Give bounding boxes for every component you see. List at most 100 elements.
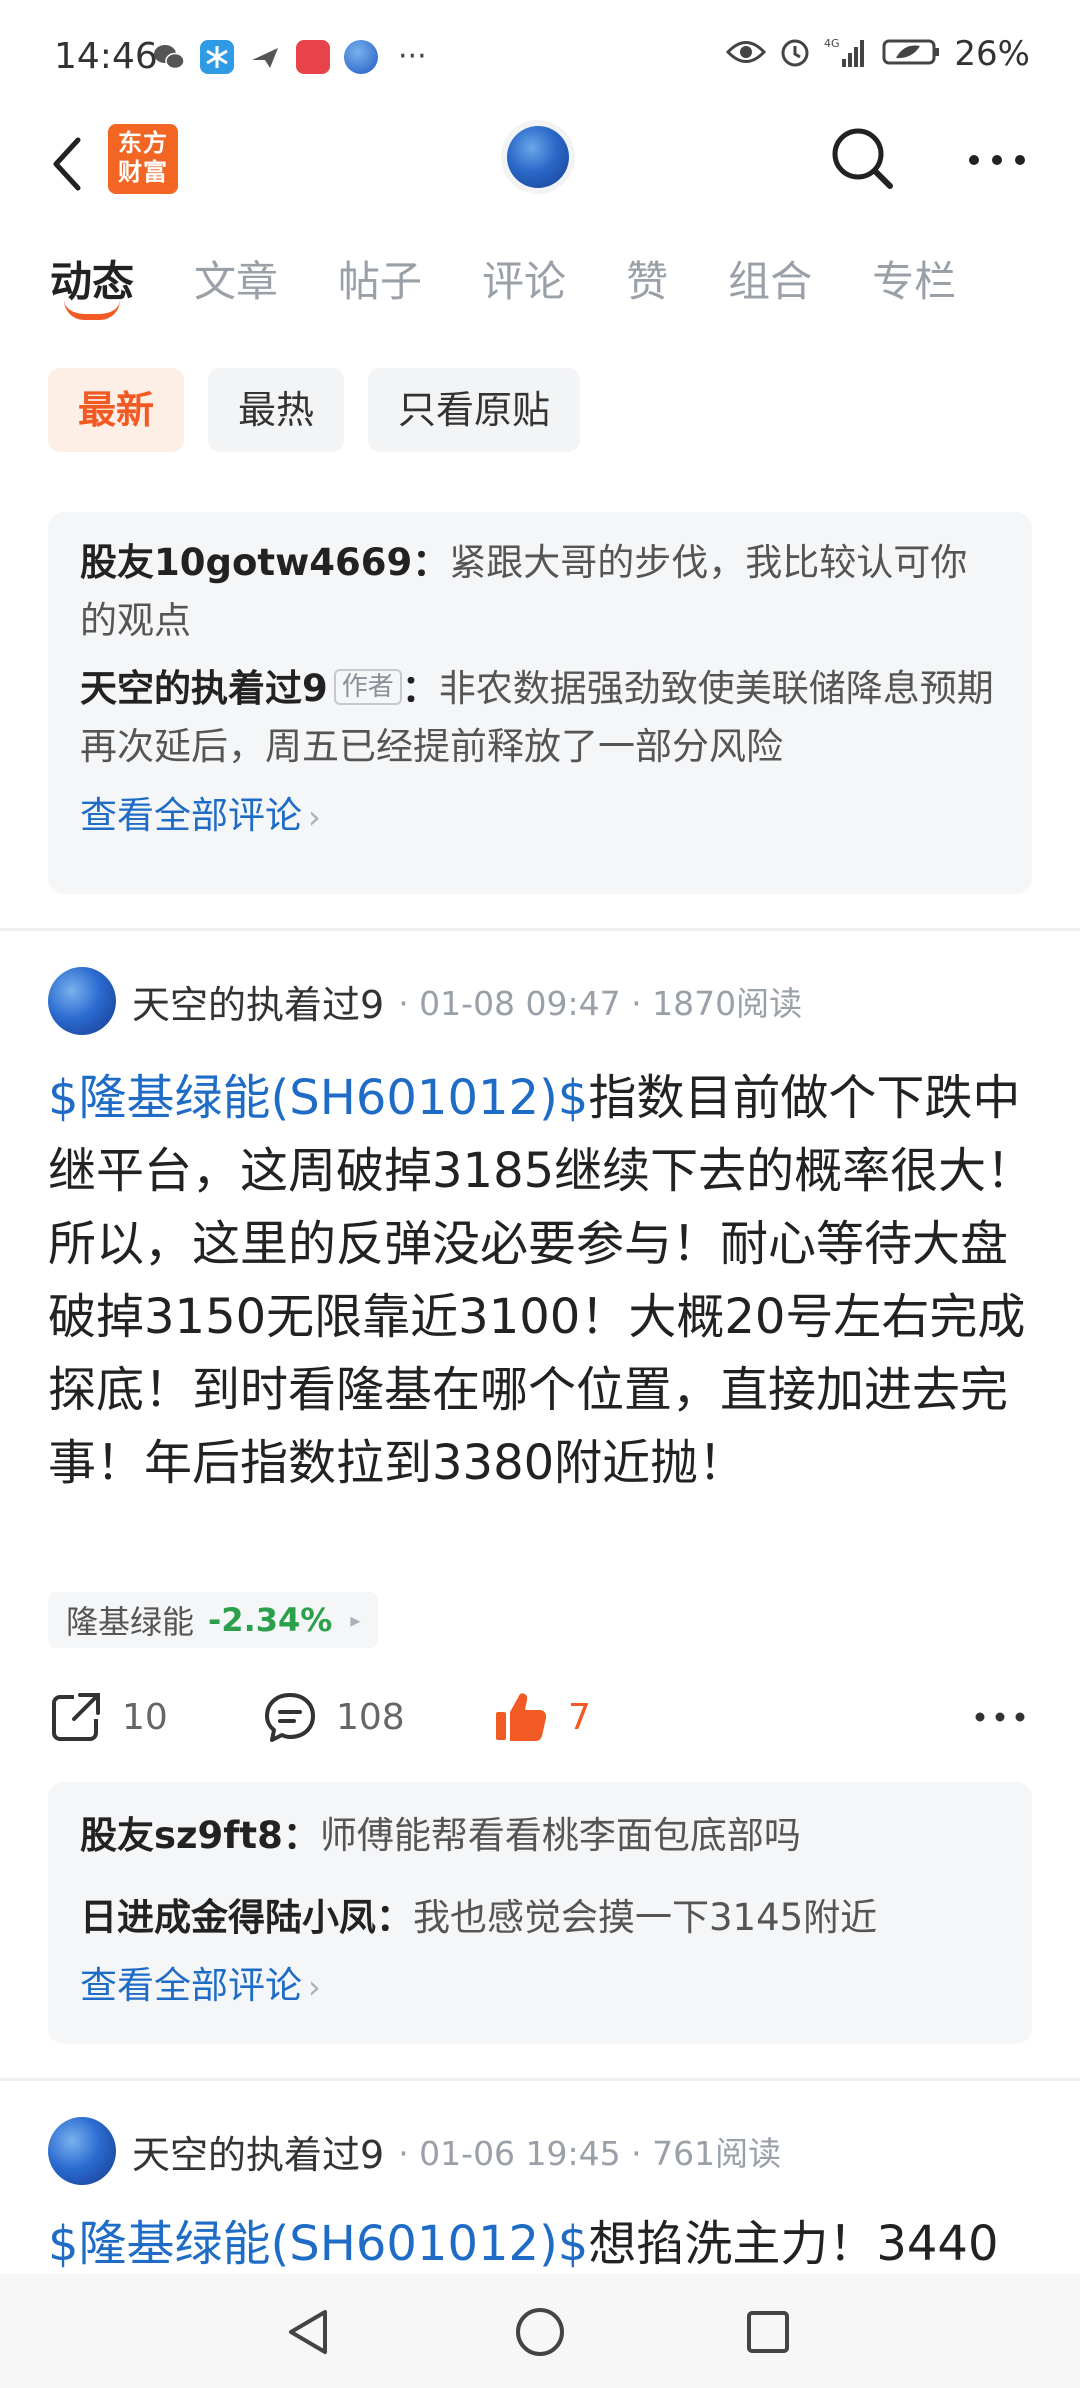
user-avatar[interactable]: [507, 126, 569, 188]
comment-preview-box: 股友10gotw4669：紧跟大哥的步伐，我比较认可你的观点 天空的执着过9 作者…: [48, 512, 1032, 894]
tab-portfolio[interactable]: 组合: [728, 252, 812, 322]
more-dots-icon: [969, 155, 1025, 165]
filter-latest[interactable]: 最新: [48, 368, 185, 452]
post-username[interactable]: 天空的执着过9: [132, 2124, 384, 2179]
post-more-button[interactable]: [974, 1682, 1026, 1752]
back-button[interactable]: [38, 124, 98, 204]
post-content[interactable]: $隆基绿能(SH601012)$指数目前做个下跌中继平台，这周破掉3185继续下…: [48, 1062, 1038, 1500]
filter-original-only[interactable]: 只看原贴: [368, 368, 581, 452]
post-avatar[interactable]: [48, 967, 116, 1035]
comment-user[interactable]: 股友sz9ft8: [80, 1814, 283, 1857]
logo-text-1: 东方: [118, 129, 168, 157]
tab-likes[interactable]: 赞: [626, 252, 668, 322]
signal-icon: 4G: [824, 35, 870, 73]
tab-comments[interactable]: 评论: [482, 252, 566, 322]
stock-change: -2.34%: [208, 1601, 333, 1639]
share-count: 10: [122, 1696, 168, 1738]
search-icon: [832, 128, 893, 189]
thumbs-up-icon: [496, 1693, 547, 1741]
post-header: 天空的执着过9 · 01-06 19:45 · 761阅读: [48, 2116, 781, 2186]
comment-preview-box: 股友sz9ft8：师傅能帮看看桃李面包底部吗 日进成金得陆小凤：我也感觉会摸一下…: [48, 1782, 1032, 2044]
share-button[interactable]: 10: [48, 1682, 168, 1752]
comment-icon: [265, 1693, 315, 1742]
author-badge: 作者: [333, 669, 402, 705]
battery-percent: 26%: [954, 34, 1030, 74]
comment-item[interactable]: 股友sz9ft8：师傅能帮看看桃李面包底部吗: [80, 1804, 1000, 1868]
comment-user[interactable]: 股友10gotw4669: [80, 541, 412, 584]
stock-name: 隆基绿能: [66, 1603, 195, 1641]
divider: [0, 2078, 1080, 2081]
tab-posts[interactable]: 帖子: [338, 252, 422, 322]
plane-icon: [248, 40, 282, 74]
comment-sep: ：: [412, 541, 450, 584]
post-header: 天空的执着过9 · 01-08 09:47 · 1870阅读: [48, 966, 802, 1036]
comment-user[interactable]: 日进成金得陆小凤: [80, 1896, 376, 1939]
comment-item[interactable]: 股友10gotw4669：紧跟大哥的步伐，我比较认可你的观点: [80, 534, 1000, 650]
comment-button[interactable]: 108: [262, 1682, 405, 1752]
search-button[interactable]: [826, 122, 898, 194]
comment-sep: ：: [401, 667, 439, 710]
eye-icon: [726, 37, 767, 71]
back-arrow-icon: [53, 137, 81, 191]
wechat-icon: [152, 40, 186, 74]
huawei-app-icon: [296, 40, 330, 74]
post-content[interactable]: $隆基绿能(SH601012)$想掐洗主力！3440: [48, 2208, 1038, 2274]
filter-chips: 最新 最热 只看原贴: [48, 368, 581, 452]
square-recents-icon: [747, 2311, 789, 2353]
comment-item[interactable]: 日进成金得陆小凤：我也感觉会摸一下3145附近: [80, 1886, 1000, 1950]
app-snow-icon: [200, 40, 234, 74]
chevron-right-icon: ›: [308, 1968, 321, 2006]
like-count: 7: [568, 1696, 591, 1738]
circle-home-icon: [516, 2308, 564, 2356]
comment-count: 108: [336, 1696, 405, 1738]
profile-tabs: 动态 文章 帖子 评论 赞 组合 专栏: [50, 252, 1016, 332]
nav-back-button[interactable]: [278, 2302, 338, 2362]
post-actions: 10 108 7: [48, 1682, 1038, 1752]
stock-link[interactable]: $隆基绿能(SH601012)$: [48, 2216, 588, 2272]
svg-text:4G: 4G: [824, 37, 840, 50]
more-dots-icon: [975, 1712, 1025, 1722]
post-text: 想掐洗主力！3440: [588, 2216, 999, 2272]
post-meta: · 01-08 09:47 · 1870阅读: [398, 984, 803, 1023]
comment-sep: ：: [282, 1814, 320, 1857]
logo-text-2: 财富: [118, 158, 168, 186]
more-notifications-icon: ···: [398, 39, 427, 74]
like-button[interactable]: 7: [492, 1682, 591, 1752]
system-nav-bar: [0, 2274, 1080, 2388]
tab-dynamic[interactable]: 动态: [50, 252, 134, 322]
battery-icon: [882, 37, 942, 71]
comment-sep: ：: [376, 1896, 413, 1939]
status-bar: 14:46 ··· 4G 26%: [0, 0, 1080, 118]
filter-hottest[interactable]: 最热: [208, 368, 345, 452]
tab-column[interactable]: 专栏: [872, 252, 956, 322]
share-icon: [52, 1693, 100, 1741]
status-right: 4G 26%: [726, 34, 1030, 74]
post-username[interactable]: 天空的执着过9: [132, 974, 384, 1029]
stock-quote-chip[interactable]: 隆基绿能 -2.34% ▸: [48, 1592, 379, 1648]
comment-text: 我也感觉会摸一下3145附近: [413, 1896, 878, 1939]
alarm-icon: [778, 35, 812, 73]
nav-recents-button[interactable]: [738, 2302, 798, 2362]
nav-home-button[interactable]: [510, 2302, 570, 2362]
comment-user[interactable]: 天空的执着过9: [80, 667, 328, 710]
triangle-back-icon: [289, 2310, 327, 2354]
comment-item[interactable]: 天空的执着过9 作者 ：非农数据强劲致使美联储降息预期再次延后，周五已经提前释放了一…: [80, 660, 1000, 776]
comment-text: 师傅能帮看看桃李面包底部吗: [319, 1814, 801, 1857]
post-avatar[interactable]: [48, 2117, 116, 2185]
play-arrow-icon: ▸: [350, 1608, 361, 1632]
stock-link[interactable]: $隆基绿能(SH601012)$: [48, 1070, 588, 1126]
divider: [0, 928, 1080, 931]
browser-icon: [344, 40, 378, 74]
status-time: 14:46: [54, 36, 158, 77]
post-meta: · 01-06 19:45 · 761阅读: [398, 2134, 782, 2173]
chevron-right-icon: ›: [308, 798, 321, 836]
eastmoney-logo[interactable]: 东方 财富: [108, 124, 178, 194]
view-all-comments-link[interactable]: 查看全部评论 ›: [80, 788, 1000, 845]
view-all-comments-link[interactable]: 查看全部评论 ›: [80, 1958, 1000, 2015]
post-text: 指数目前做个下跌中继平台，这周破掉3185继续下去的概率很大！所以，这里的反弹没…: [48, 1070, 1035, 1491]
more-button[interactable]: [962, 140, 1032, 180]
view-all-label: 查看全部评论: [80, 1964, 302, 2007]
notification-icons: ···: [152, 40, 427, 74]
tab-articles[interactable]: 文章: [194, 252, 278, 322]
view-all-label: 查看全部评论: [80, 794, 302, 837]
